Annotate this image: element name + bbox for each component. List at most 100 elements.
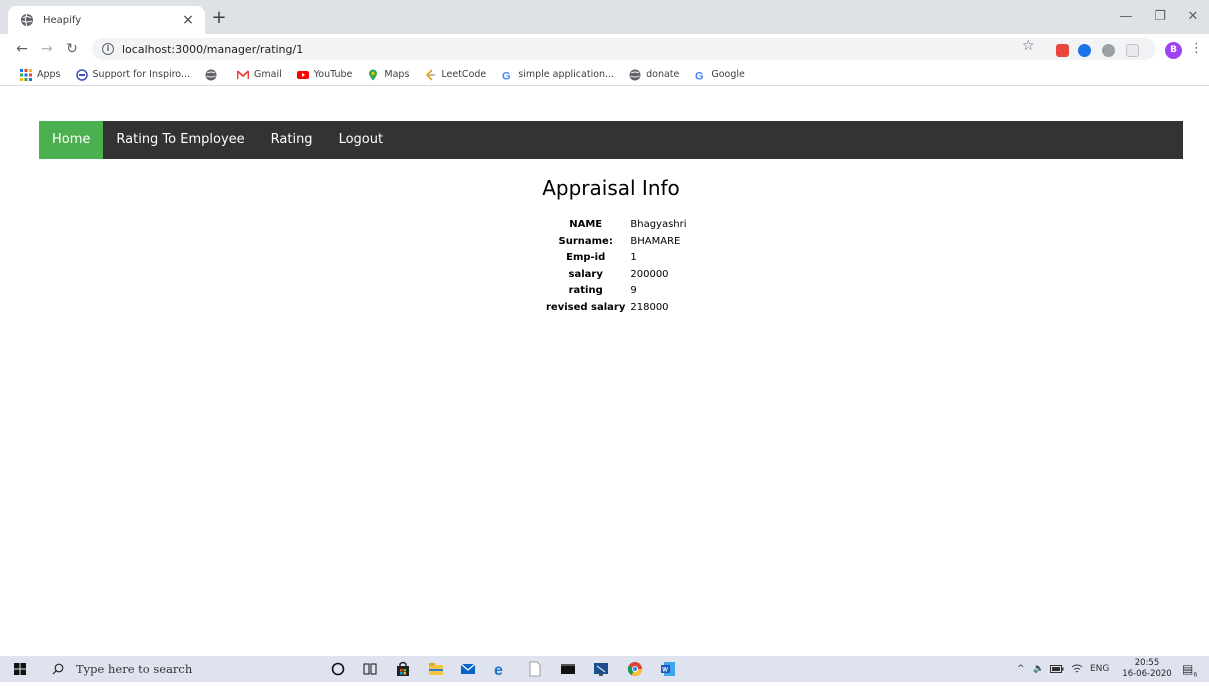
bookmark-label: Support for Inspiro...	[92, 69, 191, 80]
extension-grey-icon[interactable]	[1126, 44, 1139, 57]
address-bar[interactable]: i localhost:3000/manager/rating/1	[92, 38, 1156, 60]
page-content: Home Rating To Employee Rating Logout Ap…	[0, 87, 1209, 656]
wifi-icon[interactable]	[1071, 663, 1083, 675]
terminal-icon[interactable]	[560, 661, 576, 677]
bookmark-label: Maps	[384, 69, 410, 80]
bookmark-star-icon[interactable]: ☆	[1022, 38, 1035, 54]
language-indicator[interactable]: ENG	[1090, 656, 1109, 682]
site-info-icon[interactable]: i	[102, 43, 114, 55]
table-row: revised salary 218000	[544, 300, 689, 317]
address-bar-url: localhost:3000/manager/rating/1	[122, 42, 304, 56]
globe-icon	[629, 69, 641, 80]
bookmark-gmail[interactable]: Gmail	[237, 69, 282, 81]
appraisal-info-table: NAME Bhagyashri Surname: BHAMARE Emp-id …	[544, 217, 689, 316]
youtube-icon	[296, 70, 309, 79]
taskbar-search-placeholder: Type here to search	[76, 662, 193, 676]
restore-button[interactable]: ❐	[1143, 6, 1177, 28]
row-value: Bhagyashri	[630, 219, 687, 230]
bookmark-google[interactable]: G Google	[694, 69, 745, 81]
bookmark-apps[interactable]: Apps	[20, 68, 61, 81]
remote-desktop-icon[interactable]	[593, 661, 609, 677]
bookmark-label: donate	[646, 69, 680, 80]
svg-text:e: e	[494, 662, 503, 677]
globe-icon	[21, 13, 33, 27]
battery-icon[interactable]	[1050, 665, 1064, 673]
close-window-button[interactable]: ✕	[1176, 6, 1209, 28]
nav-rating-to-employee[interactable]: Rating To Employee	[103, 121, 257, 159]
reload-button[interactable]: ↻	[62, 39, 82, 59]
nav-home[interactable]: Home	[39, 121, 104, 159]
file-explorer-icon[interactable]	[428, 661, 444, 677]
bookmark-simple-application[interactable]: G simple application...	[501, 69, 614, 81]
table-row: salary 200000	[544, 267, 689, 284]
tab-close-icon[interactable]: ×	[179, 11, 197, 29]
new-tab-button[interactable]: +	[208, 8, 230, 30]
bookmark-support[interactable]: Support for Inspiro...	[75, 68, 191, 81]
mail-icon[interactable]	[460, 661, 476, 677]
notifications-icon[interactable]: ▤6	[1182, 656, 1197, 682]
system-clock[interactable]: 20:55 16-06-2020	[1118, 658, 1176, 680]
svg-text:W: W	[662, 668, 668, 674]
table-row: Surname: BHAMARE	[544, 234, 689, 251]
bookmark-youtube[interactable]: YouTube	[296, 69, 352, 81]
row-label: Emp-id	[566, 252, 606, 263]
store-icon[interactable]	[395, 661, 411, 677]
svg-text:G: G	[695, 70, 704, 81]
row-value: 200000	[630, 268, 669, 280]
notepad-icon[interactable]	[527, 661, 543, 677]
page-title: Appraisal Info	[542, 176, 680, 200]
row-label: rating	[568, 285, 603, 296]
minimize-button[interactable]: —	[1109, 6, 1143, 28]
google-icon: G	[502, 70, 511, 81]
browser-tab[interactable]: Heapify ×	[8, 6, 205, 34]
svg-text:G: G	[502, 70, 511, 81]
bookmark-globe[interactable]	[205, 69, 222, 81]
table-row: NAME Bhagyashri	[544, 217, 689, 234]
chrome-icon[interactable]	[627, 661, 643, 677]
notification-count: 6	[1193, 671, 1198, 679]
top-navbar: Home Rating To Employee Rating Logout	[39, 121, 1183, 159]
row-value: 1	[630, 252, 637, 263]
search-icon	[52, 663, 64, 675]
back-button[interactable]: ←	[12, 39, 32, 59]
leetcode-icon	[426, 68, 436, 81]
gmail-icon	[237, 69, 250, 79]
forward-button[interactable]: →	[37, 39, 57, 59]
row-label: Surname:	[558, 235, 613, 247]
support-icon	[75, 68, 88, 81]
windows-start-icon[interactable]	[14, 663, 26, 675]
globe-icon	[205, 69, 217, 80]
table-row: rating 9	[544, 283, 689, 300]
tab-title: Heapify	[43, 14, 82, 26]
google-icon: G	[695, 70, 704, 81]
task-view-icon[interactable]	[362, 661, 378, 677]
extension-blue-icon[interactable]	[1078, 44, 1091, 57]
bookmark-label: Apps	[37, 69, 61, 80]
row-value: BHAMARE	[630, 235, 681, 247]
profile-avatar[interactable]: B	[1165, 42, 1182, 59]
maps-icon	[369, 69, 378, 80]
bookmark-maps[interactable]: Maps	[367, 69, 409, 81]
row-value: 9	[630, 285, 637, 296]
bookmark-label: Gmail	[254, 69, 282, 80]
apps-grid-icon	[20, 68, 32, 81]
show-hidden-icons-icon[interactable]: ^	[1017, 656, 1025, 682]
bookmark-donate[interactable]: donate	[629, 69, 679, 81]
nav-logout[interactable]: Logout	[326, 121, 397, 159]
word-icon[interactable]: W	[660, 661, 676, 677]
taskbar-search[interactable]: Type here to search	[42, 656, 312, 682]
edge-icon[interactable]: e	[493, 661, 509, 677]
menu-kebab-icon[interactable]: ⋮	[1190, 40, 1203, 58]
windows-taskbar: Type here to search e W ^ 🔈 ENG 20:55 16…	[0, 656, 1209, 682]
bookmark-leetcode[interactable]: LeetCode	[424, 68, 487, 81]
cortana-icon[interactable]	[330, 661, 346, 677]
extension-gear-icon[interactable]	[1102, 44, 1115, 57]
row-value: 218000	[630, 301, 669, 313]
row-label: NAME	[569, 219, 603, 230]
extension-shield-icon[interactable]	[1056, 44, 1069, 57]
bookmark-label: simple application...	[518, 69, 615, 80]
volume-icon[interactable]: 🔈	[1033, 656, 1044, 682]
clock-date: 16-06-2020	[1122, 669, 1172, 679]
bookmark-label: LeetCode	[441, 69, 487, 80]
nav-rating[interactable]: Rating	[258, 121, 326, 159]
